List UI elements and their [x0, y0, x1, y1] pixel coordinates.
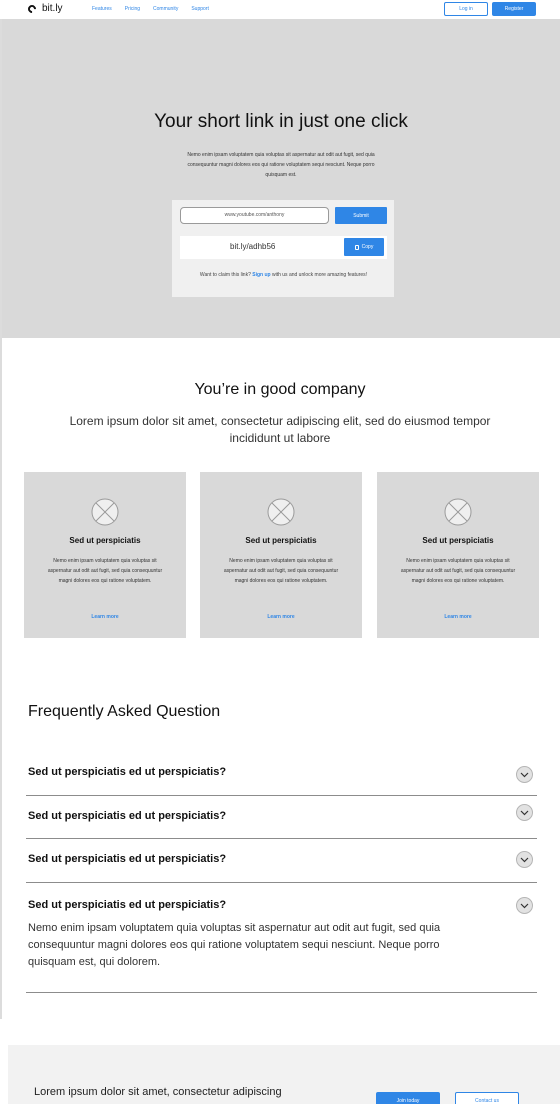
hero-title: Your short link in just one click — [154, 111, 408, 132]
image-placeholder-icon — [444, 498, 472, 526]
nav-link-support[interactable]: Support — [191, 6, 209, 12]
chevron-down-icon[interactable] — [516, 851, 533, 868]
faq-item[interactable]: Sed ut perspiciatis ed ut perspiciatis? — [26, 796, 537, 839]
logo-text: bit.ly — [42, 3, 63, 14]
faq-item-expanded[interactable]: Sed ut perspiciatis ed ut perspiciatis? … — [26, 883, 537, 993]
signup-link[interactable]: Sign up — [252, 272, 270, 278]
feature-text: Nemo enim ipsam voluptatem quia voluptas… — [47, 558, 163, 584]
url-input[interactable]: www.youtube.com/anthony — [180, 207, 329, 224]
hero-subtitle: Nemo enim ipsam voluptatem quia voluptas… — [187, 152, 375, 178]
faq-answer: Nemo enim ipsam voluptatem quia voluptas… — [28, 922, 441, 968]
learn-more-link[interactable]: Learn more — [200, 614, 362, 620]
copy-icon — [354, 244, 359, 250]
learn-more-link[interactable]: Learn more — [24, 614, 186, 620]
short-link-result: bit.ly/adhb56 Copy — [180, 236, 387, 259]
image-placeholder-icon — [91, 498, 119, 526]
logo-mark-icon — [26, 2, 38, 15]
feature-title: Sed ut perspiciatis — [422, 536, 494, 545]
feature-title: Sed ut perspiciatis — [69, 536, 141, 545]
chevron-down-icon[interactable] — [516, 897, 533, 914]
chevron-down-icon[interactable] — [516, 766, 533, 783]
cta-text: Lorem ipsum dolor sit amet, consectetur … — [34, 1086, 282, 1098]
short-link-text[interactable]: bit.ly/adhb56 — [230, 242, 275, 251]
image-placeholder-icon — [267, 498, 295, 526]
chevron-down-icon[interactable] — [516, 804, 533, 821]
feature-title: Sed ut perspiciatis — [245, 536, 317, 545]
nav-link-community[interactable]: Community — [153, 6, 178, 12]
faq-question[interactable]: Sed ut perspiciatis ed ut perspiciatis? — [28, 899, 226, 911]
claim-prefix: Want to claim this link? — [199, 272, 251, 278]
hero-section: Your short link in just one click Nemo e… — [2, 19, 560, 338]
faq-question[interactable]: Sed ut perspiciatis ed ut perspiciatis? — [28, 766, 226, 778]
company-subtitle: Lorem ipsum dolor sit amet, consectetur … — [69, 414, 491, 445]
cta-section: Lorem ipsum dolor sit amet, consectetur … — [8, 1045, 560, 1104]
copy-button[interactable]: Copy — [344, 238, 384, 256]
feature-card: Sed ut perspiciatis Nemo enim ipsam volu… — [200, 472, 362, 638]
login-button[interactable]: Log in — [444, 2, 488, 16]
join-button[interactable]: Join today — [376, 1092, 440, 1104]
shorten-card: www.youtube.com/anthony Submit bit.ly/ad… — [172, 200, 394, 297]
faq-question[interactable]: Sed ut perspiciatis ed ut perspiciatis? — [28, 810, 226, 822]
nav-link-features[interactable]: Features — [92, 6, 112, 12]
feature-text: Nemo enim ipsam voluptatem quia voluptas… — [400, 558, 516, 584]
top-nav: bit.ly Features Pricing Community Suppor… — [0, 0, 560, 19]
copy-label: Copy — [361, 244, 374, 250]
faq-item[interactable]: Sed ut perspiciatis ed ut perspiciatis? — [26, 839, 537, 883]
faq-question[interactable]: Sed ut perspiciatis ed ut perspiciatis? — [28, 853, 226, 865]
logo[interactable]: bit.ly — [26, 2, 63, 15]
feature-card: Sed ut perspiciatis Nemo enim ipsam volu… — [377, 472, 539, 638]
feature-text: Nemo enim ipsam voluptatem quia voluptas… — [223, 558, 339, 584]
submit-button[interactable]: Submit — [335, 207, 387, 224]
faq-title: Frequently Asked Question — [28, 703, 221, 720]
learn-more-link[interactable]: Learn more — [377, 614, 539, 620]
nav-links: Features Pricing Community Support — [92, 6, 209, 12]
claim-text: Want to claim this link? Sign up with us… — [184, 270, 383, 280]
claim-suffix: with us and unlock more amazing features… — [272, 272, 368, 278]
nav-link-pricing[interactable]: Pricing — [125, 6, 140, 12]
company-title: You’re in good company — [194, 381, 366, 398]
faq-item[interactable]: Sed ut perspiciatis ed ut perspiciatis? — [26, 754, 537, 796]
contact-button[interactable]: Contact us — [455, 1092, 519, 1104]
register-button[interactable]: Register — [492, 2, 536, 16]
feature-card: Sed ut perspiciatis Nemo enim ipsam volu… — [24, 472, 186, 638]
